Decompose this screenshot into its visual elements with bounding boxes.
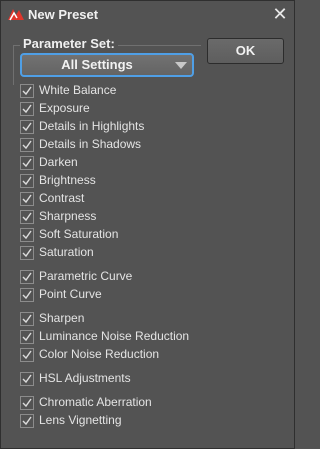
checkbox-label: HSL Adjustments [39,371,131,385]
checkbox-label: Details in Shadows [39,137,142,151]
close-icon[interactable]: ✕ [271,5,289,23]
checkmark-icon [22,86,32,96]
checkmark-icon [22,272,32,282]
checkbox[interactable] [20,84,34,98]
checkbox-label: Darken [39,155,78,169]
checkmark-icon [22,230,32,240]
checkbox-label: White Balance [39,83,117,97]
checkbox[interactable] [20,414,34,428]
checkbox[interactable] [20,312,34,326]
checkbox-label: Chromatic Aberration [39,395,152,409]
checkbox[interactable] [20,174,34,188]
checkmark-icon [22,416,32,426]
checkbox-label: Brightness [39,173,96,187]
checkbox[interactable] [20,270,34,284]
parameter-set-value: All Settings [61,57,133,72]
checkmark-icon [22,140,32,150]
chevron-down-icon [175,62,187,69]
checkmark-icon [22,212,32,222]
checkbox[interactable] [20,156,34,170]
checkmark-icon [22,194,32,204]
checkbox-label: Color Noise Reduction [39,347,160,361]
checkbox[interactable] [20,138,34,152]
checkbox[interactable] [20,372,34,386]
new-preset-dialog: New Preset ✕ Parameter Set: All Settings… [0,0,295,449]
checkbox-label: Sharpness [39,209,97,223]
checkbox[interactable] [20,102,34,116]
checkmark-icon [22,314,32,324]
checkbox[interactable] [20,228,34,242]
checkbox-label: Soft Saturation [39,227,119,241]
checkbox[interactable] [20,288,34,302]
checkmark-icon [22,122,32,132]
dialog-title: New Preset [28,7,99,22]
ok-button[interactable]: OK [207,38,284,64]
checkbox-label: Exposure [39,101,90,115]
checkbox-label: Point Curve [39,287,102,301]
checkbox-label: Saturation [39,245,94,259]
checkmark-icon [22,104,32,114]
checkbox-label: Lens Vignetting [39,413,122,427]
checkbox[interactable] [20,120,34,134]
checkbox-label: Parametric Curve [39,269,133,283]
parameter-set-label: Parameter Set: [20,36,118,52]
checkbox[interactable] [20,348,34,362]
checkmark-icon [22,248,32,258]
checkmark-icon [22,176,32,186]
checkmark-icon [22,332,32,342]
checkbox-label: Details in Highlights [39,119,145,133]
checkbox[interactable] [20,192,34,206]
parameter-set-dropdown[interactable]: All Settings [20,53,194,77]
checkbox[interactable] [20,210,34,224]
title-bar: New Preset ✕ [1,1,294,29]
checkbox[interactable] [20,246,34,260]
checkbox[interactable] [20,396,34,410]
checkbox[interactable] [20,330,34,344]
checkmark-icon [22,350,32,360]
checkbox-label: Sharpen [39,311,85,325]
checkmark-icon [22,158,32,168]
checkmark-icon [22,374,32,384]
checkbox-label: Luminance Noise Reduction [39,329,190,343]
checkbox-label: Contrast [39,191,85,205]
checkmark-icon [22,398,32,408]
app-logo-icon [8,9,24,21]
checkmark-icon [22,290,32,300]
